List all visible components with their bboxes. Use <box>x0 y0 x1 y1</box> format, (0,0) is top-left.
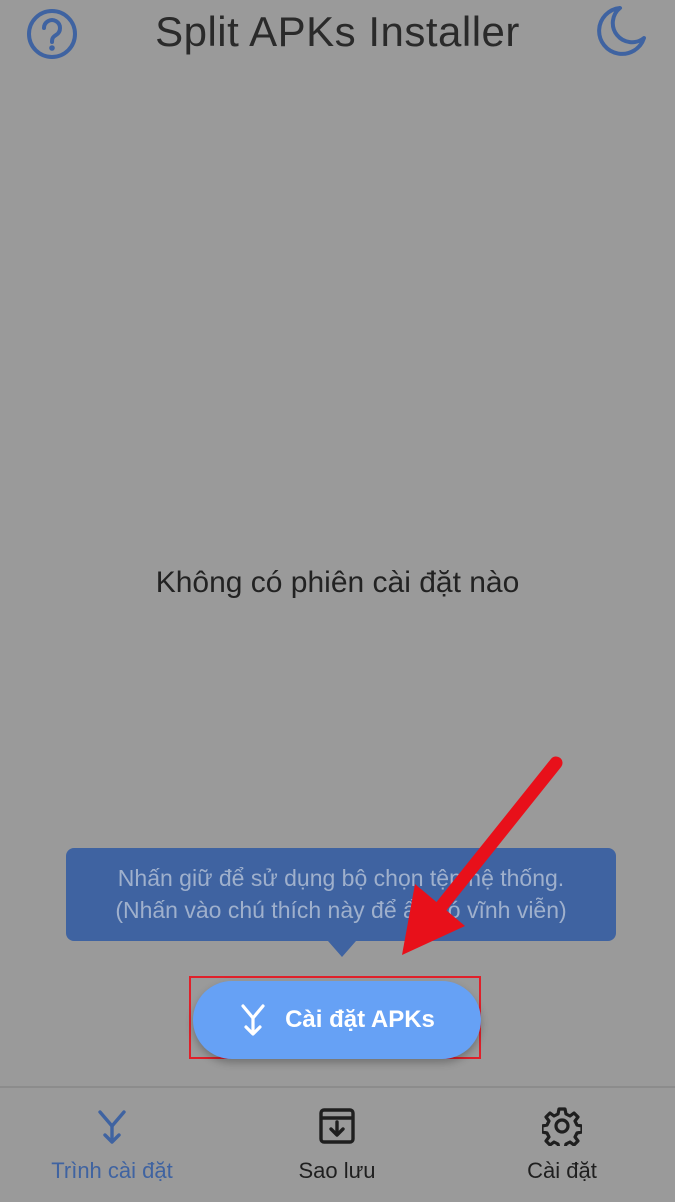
app-title: Split APKs Installer <box>155 8 520 55</box>
app-header: Split APKs Installer <box>0 0 675 68</box>
tooltip-tail <box>328 941 356 957</box>
nav-label-backup: Sao lưu <box>298 1158 376 1183</box>
nav-label-installer: Trình cài đặt <box>51 1158 173 1183</box>
install-button-label: Cài đặt APKs <box>285 1006 435 1033</box>
empty-state-message: Không có phiên cài đặt nào <box>155 566 520 599</box>
tooltip-line-1: Nhấn giữ để sử dụng bộ chọn tệp hệ thống… <box>117 865 565 891</box>
merge-arrow-icon <box>241 1004 265 1036</box>
install-apks-button[interactable]: Cài đặt APKs <box>193 981 481 1059</box>
nav-item-backup[interactable]: Sao lưu <box>237 1106 437 1186</box>
nav-item-settings[interactable]: Cài đặt <box>462 1106 662 1186</box>
archive-icon <box>319 1108 355 1144</box>
nav-item-installer[interactable]: Trình cài đặt <box>12 1106 212 1186</box>
bottom-navigation: Trình cài đặt Sao lưu Cài đặt <box>0 1086 675 1202</box>
tooltip-hint[interactable]: Nhấn giữ để sử dụng bộ chọn tệp hệ thống… <box>66 848 616 941</box>
moon-icon[interactable] <box>594 4 648 58</box>
tooltip-line-2: (Nhấn vào chú thích này để ẩn nó vĩnh vi… <box>115 897 567 923</box>
merge-arrow-icon <box>98 1110 126 1144</box>
nav-label-settings: Cài đặt <box>527 1158 597 1183</box>
gear-icon <box>542 1107 582 1146</box>
